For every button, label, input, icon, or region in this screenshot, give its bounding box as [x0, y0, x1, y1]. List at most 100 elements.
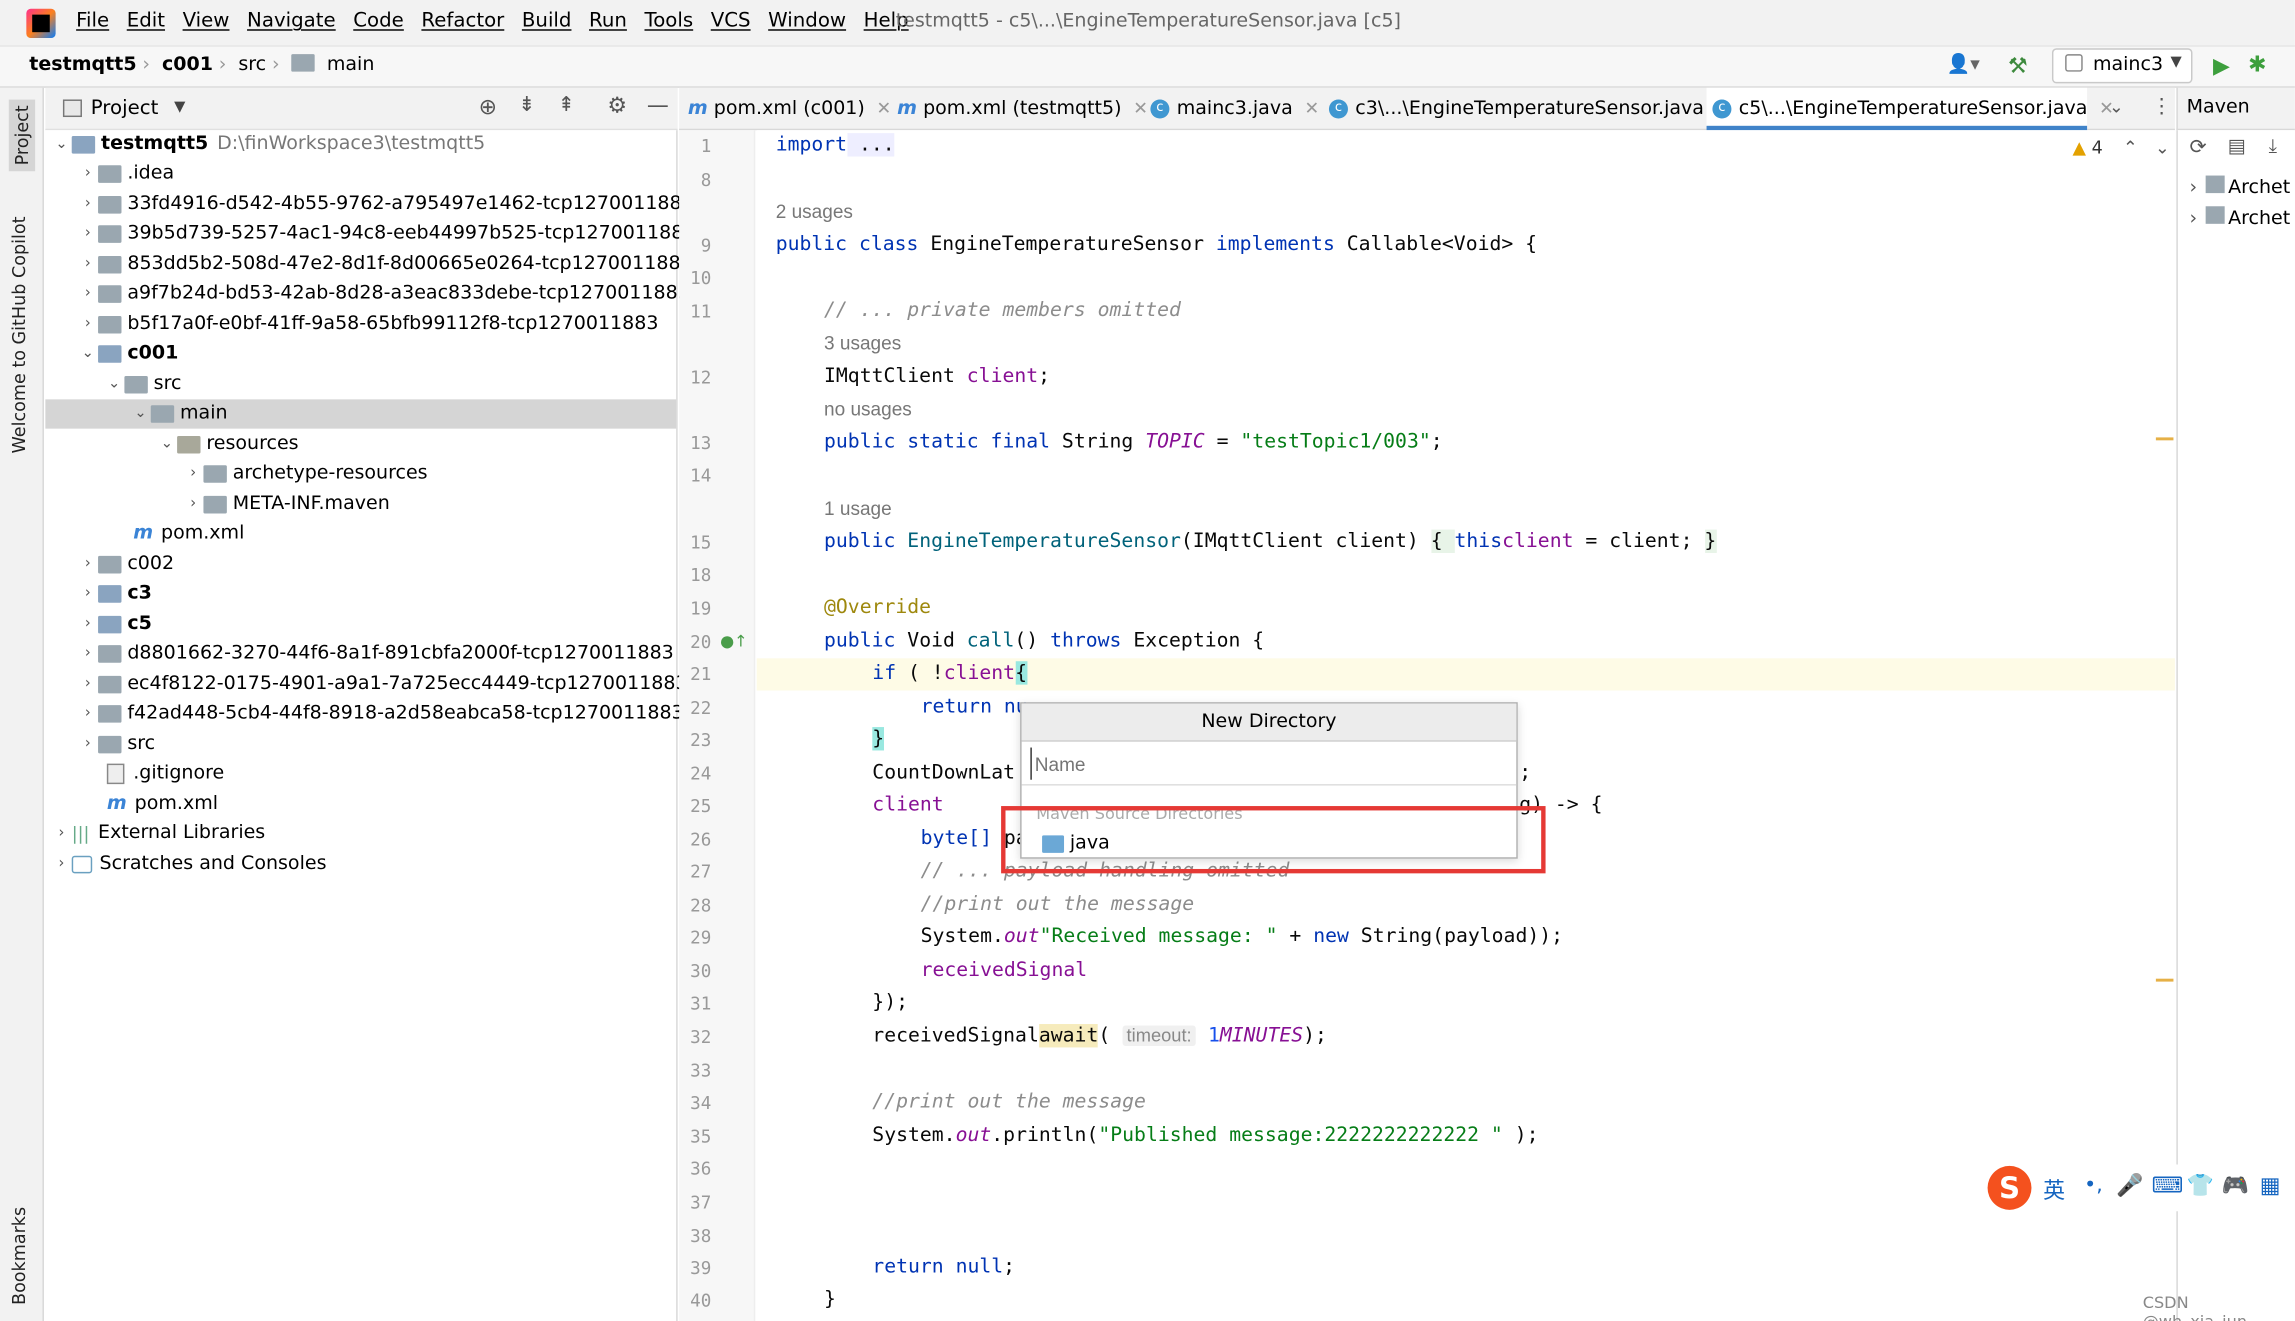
menu-tools[interactable]: Tools — [644, 9, 693, 32]
scrollbar-marker[interactable] — [2155, 978, 2174, 982]
run-config-label: mainc3 — [2092, 54, 2164, 77]
add-project-icon[interactable]: ▤ — [2228, 136, 2246, 158]
menu-build[interactable]: Build — [522, 9, 572, 32]
tree-item[interactable]: › src — [78, 730, 155, 759]
menu-refactor[interactable]: Refactor — [421, 9, 504, 32]
breadcrumb-project[interactable]: testmqtt5 — [29, 54, 136, 76]
tree-item[interactable]: › 39b5d739-5257-4ac1-94c8-eeb44997b525-tc… — [78, 219, 696, 248]
tab-c5-sensor[interactable]: c c5\...\EngineTemperatureSensor.java ✕ — [1706, 87, 2114, 131]
collapse-all-icon[interactable]: ⇞ — [558, 94, 575, 117]
tree-item[interactable]: › archetype-resources — [183, 459, 427, 488]
tree-item[interactable]: › c5 — [78, 610, 152, 639]
more-icon[interactable]: ⋮ — [2151, 95, 2171, 118]
user-icon[interactable]: 👤▾ — [1947, 54, 1980, 76]
class-icon: c — [1712, 99, 1732, 119]
tree-item[interactable]: m pom.xml — [107, 790, 218, 819]
tab-pom-c001[interactable]: m pom.xml (c001) ✕ — [682, 88, 891, 130]
menu-code[interactable]: Code — [353, 9, 404, 32]
tree-item[interactable]: › c3 — [78, 579, 152, 608]
tree-item[interactable]: ⌄ resources — [157, 430, 299, 459]
app-icon — [2065, 54, 2083, 72]
usage-hint[interactable]: 3 usages — [824, 332, 901, 354]
copilot-tool-tab[interactable]: Welcome to GitHub Copilot — [9, 217, 29, 454]
close-icon[interactable]: ✕ — [877, 98, 892, 118]
warnings-indicator[interactable]: ▲ 4 ⌃ ⌄ — [2072, 138, 2169, 158]
gear-icon[interactable]: ⚙ — [607, 92, 627, 118]
chevron-down-icon[interactable]: ⌄ — [2155, 138, 2170, 158]
module-folder-icon — [71, 136, 96, 154]
project-panel-title[interactable]: Project — [91, 97, 159, 120]
line-number: 30 — [690, 961, 712, 982]
expand-all-icon[interactable]: ⇟ — [518, 94, 535, 117]
hide-icon[interactable]: — — [647, 92, 669, 118]
menu-window[interactable]: Window — [768, 9, 846, 32]
tab-mainc3[interactable]: c mainc3.java ✕ — [1145, 88, 1319, 130]
window-title: testmqtt5 - c5\...\EngineTemperatureSens… — [895, 10, 1401, 33]
line-number: 1 — [700, 136, 712, 157]
usage-hint[interactable]: 1 usage — [824, 497, 892, 519]
breadcrumb-src[interactable]: src — [238, 54, 266, 76]
microphone-icon[interactable]: 🎤 — [2116, 1172, 2143, 1198]
tree-item[interactable]: › .idea — [78, 159, 174, 188]
tree-item[interactable]: › f42ad448-5cb4-44f8-8918-a2d58eabca58-tc… — [78, 699, 684, 728]
bookmarks-tool-tab[interactable]: Bookmarks — [9, 1207, 29, 1305]
close-icon[interactable]: ✕ — [1304, 98, 1319, 118]
usage-hint[interactable]: no usages — [824, 398, 912, 420]
debug-icon[interactable]: ✱ — [2248, 51, 2266, 77]
ime-lang[interactable]: 英 — [2043, 1175, 2065, 1206]
breadcrumb-module[interactable]: c001 — [162, 54, 213, 76]
tree-item[interactable]: › a9f7b24d-bd53-42ab-8d28-a3eac833debe-tc… — [78, 279, 690, 308]
sogou-logo-icon[interactable]: S — [1987, 1165, 2032, 1210]
tab-pom-testmqtt5[interactable]: m pom.xml (testmqtt5) ✕ — [891, 88, 1148, 130]
tree-item[interactable]: .gitignore — [106, 759, 224, 788]
tree-item[interactable]: › c002 — [78, 550, 174, 579]
chevron-down-icon[interactable]: ▼ — [174, 99, 185, 115]
tree-item[interactable]: › d8801662-3270-44f6-8a1f-891cbfa2000f-tc… — [78, 639, 674, 668]
skin-icon[interactable]: 👕 — [2187, 1172, 2214, 1198]
project-tool-tab[interactable]: Project — [8, 99, 36, 172]
menu-file[interactable]: File — [76, 9, 109, 32]
tree-item[interactable]: › ||| External Libraries — [51, 819, 266, 848]
chevron-up-icon[interactable]: ⌃ — [2123, 138, 2138, 158]
tree-item[interactable]: › META-INF.maven — [183, 490, 390, 519]
chevron-down-icon[interactable]: ⌄ — [2109, 97, 2124, 117]
apps-grid-icon[interactable]: ▦ — [2260, 1172, 2281, 1198]
tree-item[interactable]: › b5f17a0f-e0bf-41ff-9a58-65bfb99112f8-tc… — [78, 310, 659, 339]
tree-item[interactable]: › ec4f8122-0175-4901-a9a1-7a725ecc4449-tc… — [78, 670, 688, 699]
maven-tree-item[interactable]: › Archet — [2190, 175, 2290, 199]
reload-icon[interactable]: ⟳ — [2190, 136, 2207, 159]
menu-edit[interactable]: Edit — [127, 9, 165, 32]
run-icon[interactable]: ▶ — [2213, 53, 2230, 79]
run-config-select[interactable]: mainc3 ▼ — [2051, 48, 2193, 84]
folder-icon — [150, 405, 175, 423]
line-number: 25 — [690, 795, 712, 817]
tree-item[interactable]: › 33fd4916-d542-4b55-9762-a795497e1462-tc… — [78, 190, 694, 219]
punctuation-icon[interactable]: •, — [2084, 1173, 2103, 1196]
tree-item[interactable]: › 853dd5b2-508d-47e2-8d1f-8d00665e0264-tc… — [78, 250, 693, 279]
maven-tree-item[interactable]: › Archet — [2190, 206, 2290, 230]
download-icon[interactable]: ⤓ — [2269, 136, 2277, 158]
build-hammer-icon[interactable]: ⚒ — [2008, 53, 2028, 79]
menu-navigate[interactable]: Navigate — [247, 9, 336, 32]
override-icon[interactable]: ●↑ — [720, 632, 748, 651]
menu-vcs[interactable]: VCS — [711, 9, 751, 32]
breadcrumb-main[interactable]: main — [327, 54, 375, 76]
tree-item[interactable]: m pom.xml — [133, 519, 244, 548]
maven-panel-title[interactable]: Maven — [2187, 97, 2250, 119]
keyboard-icon[interactable]: ⌨ — [2151, 1172, 2183, 1198]
tree-item[interactable]: ⌄ testmqtt5 D:\finWorkspace3\testmqtt5 — [51, 130, 485, 159]
tree-item[interactable]: ⌄ src — [104, 370, 181, 399]
menu-view[interactable]: View — [183, 9, 230, 32]
tab-c3-sensor[interactable]: cc3\...\EngineTemperatureSensor.java✕ — [1323, 88, 1730, 130]
scrollbar-marker[interactable] — [2155, 437, 2174, 441]
game-icon[interactable]: 🎮 — [2222, 1172, 2249, 1198]
locate-icon[interactable]: ⊕ — [479, 94, 497, 120]
line-number: 29 — [690, 927, 712, 948]
folder-icon — [98, 555, 122, 574]
menu-run[interactable]: Run — [589, 9, 627, 32]
tree-item[interactable]: ⌄ c001 — [78, 339, 179, 368]
tree-item[interactable]: › Scratches and Consoles — [51, 850, 327, 879]
usage-hint[interactable]: 2 usages — [776, 200, 853, 222]
tree-item-selected[interactable]: ⌄ main — [45, 399, 677, 429]
directory-name-input[interactable] — [1030, 747, 1508, 780]
